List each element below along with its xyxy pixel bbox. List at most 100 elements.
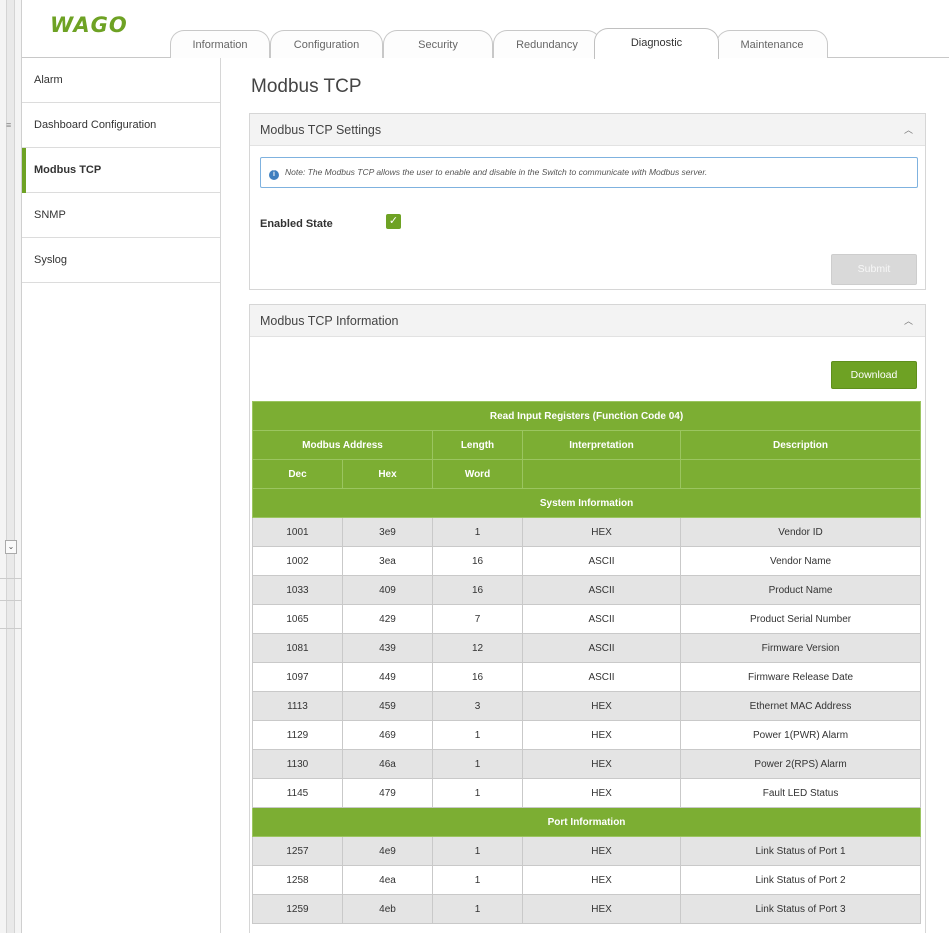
collapse-caret-icon[interactable]: ︿	[904, 305, 913, 337]
settings-panel-title: Modbus TCP Settings	[260, 123, 382, 137]
cell-description: Ethernet MAC Address	[679, 691, 922, 721]
cell-interpretation: HEX	[522, 691, 681, 721]
cell-length: 3	[432, 691, 523, 721]
cell-description: Vendor ID	[679, 517, 922, 547]
collapse-caret-icon[interactable]: ︿	[904, 114, 913, 146]
table-row: 1145 479 1 HEX Fault LED Status	[252, 778, 922, 808]
cell-hex: 46a	[342, 749, 433, 779]
cell-description: Power 1(PWR) Alarm	[679, 720, 922, 750]
header-modbus-address: Modbus Address	[252, 430, 433, 460]
cell-description: Link Status of Port 2	[679, 865, 922, 895]
info-note-text: Note: The Modbus TCP allows the user to …	[285, 167, 708, 177]
cell-length: 7	[432, 604, 523, 634]
cell-interpretation: ASCII	[522, 633, 681, 663]
tab-diagnostic[interactable]: Diagnostic	[594, 28, 719, 59]
section-title: Port Information	[251, 807, 922, 837]
sidebar-item-syslog[interactable]: Syslog	[22, 238, 220, 283]
sidebar-item-modbus-tcp[interactable]: Modbus TCP	[22, 148, 220, 193]
enabled-state-label: Enabled State	[260, 218, 333, 230]
cell-dec: 1258	[252, 865, 343, 895]
cell-length: 1	[432, 836, 523, 866]
sidebar-item-snmp[interactable]: SNMP	[22, 193, 220, 238]
cell-length: 16	[432, 662, 523, 692]
sidebar-item-dashboard-configuration[interactable]: Dashboard Configuration	[22, 103, 220, 148]
tab-redundancy[interactable]: Redundancy	[493, 30, 601, 58]
cell-length: 16	[432, 575, 523, 605]
header-interpretation: Interpretation	[522, 430, 681, 460]
tab-security[interactable]: Security	[383, 30, 493, 58]
cell-interpretation: HEX	[522, 865, 681, 895]
cell-length: 1	[432, 720, 523, 750]
cell-hex: 449	[342, 662, 433, 692]
cell-dec: 1130	[252, 749, 343, 779]
header-description: Description	[679, 430, 922, 460]
cell-length: 12	[432, 633, 523, 663]
cell-hex: 4ea	[342, 865, 433, 895]
cell-description: Product Serial Number	[679, 604, 922, 634]
sidebar: Alarm Dashboard Configuration Modbus TCP…	[22, 58, 221, 933]
resize-grip-icon[interactable]: ≡	[6, 120, 11, 130]
table-row: 1002 3ea 16 ASCII Vendor Name	[252, 546, 922, 576]
cell-interpretation: HEX	[522, 836, 681, 866]
cell-interpretation: HEX	[522, 778, 681, 808]
checkmark-icon: ✓	[388, 215, 399, 227]
info-icon: i	[269, 170, 279, 180]
cell-length: 16	[432, 546, 523, 576]
header-dec: Dec	[252, 459, 343, 489]
table-row: 1257 4e9 1 HEX Link Status of Port 1	[252, 836, 922, 866]
cell-hex: 409	[342, 575, 433, 605]
table-row: 1033 409 16 ASCII Product Name	[252, 575, 922, 605]
cell-length: 1	[432, 865, 523, 895]
cell-interpretation: ASCII	[522, 575, 681, 605]
table-title: Read Input Registers (Function Code 04)	[251, 401, 922, 431]
registers-table-body: System Information 1001 3e9 1 HEX Vendor ID 10…	[251, 488, 922, 924]
cell-length: 1	[432, 749, 523, 779]
tab-maintenance[interactable]: Maintenance	[716, 30, 828, 58]
cell-interpretation: HEX	[522, 720, 681, 750]
info-note: i Note: The Modbus TCP allows the user to…	[260, 157, 918, 188]
cell-length: 1	[432, 778, 523, 808]
cell-dec: 1097	[252, 662, 343, 692]
cell-length: 1	[432, 894, 523, 924]
cell-interpretation: ASCII	[522, 604, 681, 634]
download-button[interactable]: Download	[831, 361, 917, 389]
edge-divider	[0, 600, 22, 601]
header-length: Length	[432, 430, 523, 460]
submit-button[interactable]: Submit	[831, 254, 917, 285]
table-row: 1065 429 7 ASCII Product Serial Number	[252, 604, 922, 634]
top-header: WAGO Information Configuration Security …	[22, 0, 949, 59]
settings-panel-header[interactable]: Modbus TCP Settings ︿	[250, 114, 925, 146]
chevron-down-icon[interactable]: ⌄	[5, 540, 17, 554]
table-row: 1113 459 3 HEX Ethernet MAC Address	[252, 691, 922, 721]
cell-hex: 3ea	[342, 546, 433, 576]
table-row: 1097 449 16 ASCII Firmware Release Date	[252, 662, 922, 692]
cell-dec: 1065	[252, 604, 343, 634]
section-row: System Information	[251, 488, 922, 518]
cell-description: Product Name	[679, 575, 922, 605]
table-row: 1001 3e9 1 HEX Vendor ID	[252, 517, 922, 547]
cell-hex: 459	[342, 691, 433, 721]
header-empty	[522, 459, 681, 489]
cell-dec: 1257	[252, 836, 343, 866]
section-row: Port Information	[251, 807, 922, 837]
header-word: Word	[432, 459, 523, 489]
cell-dec: 1081	[252, 633, 343, 663]
enabled-state-checkbox[interactable]: ✓	[386, 214, 401, 229]
cell-description: Fault LED Status	[679, 778, 922, 808]
information-panel-header[interactable]: Modbus TCP Information ︿	[250, 305, 925, 337]
cell-dec: 1001	[252, 517, 343, 547]
tab-information[interactable]: Information	[170, 30, 270, 58]
information-panel: Modbus TCP Information ︿ Download Read I…	[249, 304, 926, 933]
edge-divider	[0, 628, 22, 629]
cell-dec: 1129	[252, 720, 343, 750]
table-row: 1259 4eb 1 HEX Link Status of Port 3	[252, 894, 922, 924]
cell-description: Link Status of Port 1	[679, 836, 922, 866]
cell-interpretation: HEX	[522, 894, 681, 924]
information-panel-title: Modbus TCP Information	[260, 314, 399, 328]
window-edge-scrollbar[interactable]	[6, 0, 15, 933]
sidebar-item-alarm[interactable]: Alarm	[22, 58, 220, 103]
cell-description: Firmware Release Date	[679, 662, 922, 692]
cell-hex: 439	[342, 633, 433, 663]
cell-dec: 1259	[252, 894, 343, 924]
tab-configuration[interactable]: Configuration	[270, 30, 383, 58]
